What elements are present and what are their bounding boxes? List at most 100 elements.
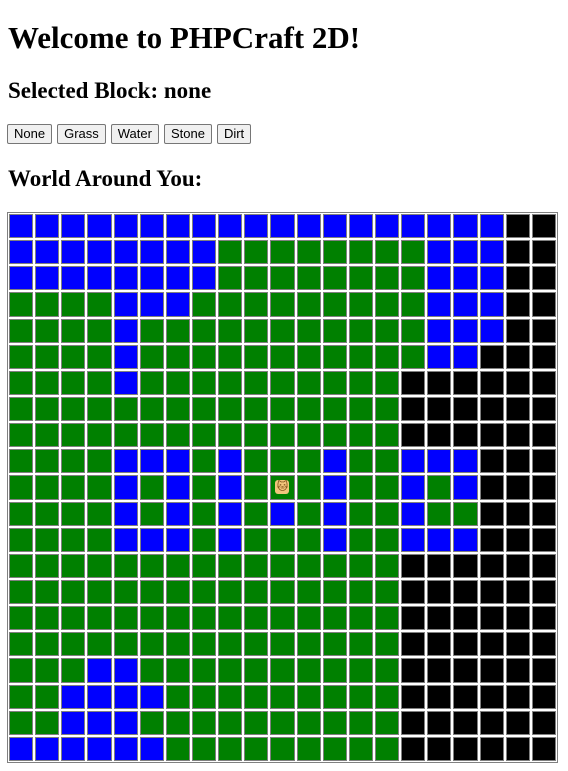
block-stone[interactable] [479, 553, 504, 578]
block-grass[interactable] [348, 579, 373, 605]
block-water[interactable] [401, 501, 426, 526]
block-grass[interactable] [322, 423, 347, 448]
block-water[interactable] [427, 292, 452, 317]
block-grass[interactable] [374, 553, 400, 578]
block-grass[interactable] [374, 344, 400, 369]
block-water[interactable] [427, 318, 452, 343]
block-grass[interactable] [374, 606, 400, 631]
block-water[interactable] [139, 266, 164, 291]
block-stone[interactable] [453, 370, 478, 395]
block-grass[interactable] [61, 292, 86, 317]
block-grass[interactable] [374, 527, 400, 552]
block-grass[interactable] [191, 449, 217, 474]
block-stone[interactable] [505, 292, 530, 317]
block-grass[interactable] [374, 240, 400, 265]
block-grass[interactable] [61, 658, 86, 683]
block-grass[interactable] [244, 475, 269, 500]
block-grass[interactable] [191, 396, 217, 422]
block-stone[interactable] [531, 606, 556, 631]
block-stone[interactable] [401, 684, 426, 709]
block-grass[interactable] [87, 527, 112, 552]
block-grass[interactable] [191, 710, 217, 735]
block-grass[interactable] [9, 344, 34, 369]
block-grass[interactable] [35, 579, 60, 605]
block-grass[interactable] [348, 684, 373, 709]
block-stone[interactable] [479, 449, 504, 474]
block-grass[interactable] [218, 579, 243, 605]
block-water[interactable] [113, 658, 138, 683]
block-grass[interactable] [165, 710, 190, 735]
block-grass[interactable] [165, 370, 190, 395]
block-grass[interactable] [374, 736, 400, 761]
block-grass[interactable] [270, 658, 295, 683]
block-grass[interactable] [218, 658, 243, 683]
block-stone[interactable] [505, 736, 530, 761]
block-grass[interactable] [87, 318, 112, 343]
block-grass[interactable] [348, 449, 373, 474]
block-water[interactable] [270, 214, 295, 239]
block-stone[interactable] [401, 710, 426, 735]
block-grass[interactable] [191, 344, 217, 369]
block-water[interactable] [61, 684, 86, 709]
block-grass[interactable] [374, 396, 400, 422]
block-grass[interactable] [270, 423, 295, 448]
block-grass[interactable] [165, 396, 190, 422]
block-stone[interactable] [453, 632, 478, 657]
block-grass[interactable] [296, 553, 321, 578]
block-water[interactable] [113, 292, 138, 317]
block-stone[interactable] [531, 658, 556, 683]
block-stone[interactable] [505, 632, 530, 657]
block-grass[interactable] [61, 318, 86, 343]
block-stone[interactable] [505, 475, 530, 500]
block-grass[interactable] [270, 266, 295, 291]
block-grass[interactable] [191, 658, 217, 683]
block-grass[interactable] [139, 501, 164, 526]
block-grass[interactable] [218, 606, 243, 631]
block-grass[interactable] [139, 396, 164, 422]
block-grass[interactable] [87, 632, 112, 657]
block-grass[interactable] [191, 684, 217, 709]
block-grass[interactable] [165, 606, 190, 631]
block-grass[interactable] [348, 292, 373, 317]
block-grass[interactable] [87, 449, 112, 474]
block-grass[interactable] [244, 553, 269, 578]
block-water[interactable] [139, 292, 164, 317]
block-stone[interactable] [427, 684, 452, 709]
block-water[interactable] [113, 240, 138, 265]
block-grass[interactable] [296, 344, 321, 369]
block-stone[interactable] [479, 475, 504, 500]
block-grass[interactable] [296, 423, 321, 448]
block-water[interactable] [61, 214, 86, 239]
block-grass[interactable] [165, 423, 190, 448]
block-grass[interactable] [61, 501, 86, 526]
block-grass[interactable] [453, 501, 478, 526]
block-stone[interactable] [401, 396, 426, 422]
block-grass[interactable] [244, 684, 269, 709]
block-grass[interactable] [244, 710, 269, 735]
player-cell[interactable]: 🐱 [270, 475, 295, 500]
block-grass[interactable] [270, 579, 295, 605]
block-stone[interactable] [401, 423, 426, 448]
block-stone[interactable] [427, 736, 452, 761]
block-grass[interactable] [218, 266, 243, 291]
block-grass[interactable] [296, 370, 321, 395]
block-grass[interactable] [218, 318, 243, 343]
block-stone[interactable] [479, 606, 504, 631]
block-water[interactable] [139, 527, 164, 552]
block-stone[interactable] [531, 370, 556, 395]
block-grass[interactable] [296, 396, 321, 422]
block-grass[interactable] [322, 318, 347, 343]
block-grass[interactable] [270, 396, 295, 422]
block-grass[interactable] [270, 736, 295, 761]
block-grass[interactable] [113, 606, 138, 631]
block-grass[interactable] [165, 684, 190, 709]
block-grass[interactable] [322, 344, 347, 369]
block-grass[interactable] [348, 370, 373, 395]
block-stone[interactable] [479, 684, 504, 709]
grass-button[interactable]: Grass [57, 124, 106, 144]
block-stone[interactable] [453, 658, 478, 683]
block-stone[interactable] [505, 344, 530, 369]
block-grass[interactable] [87, 344, 112, 369]
block-grass[interactable] [296, 501, 321, 526]
block-water[interactable] [427, 240, 452, 265]
